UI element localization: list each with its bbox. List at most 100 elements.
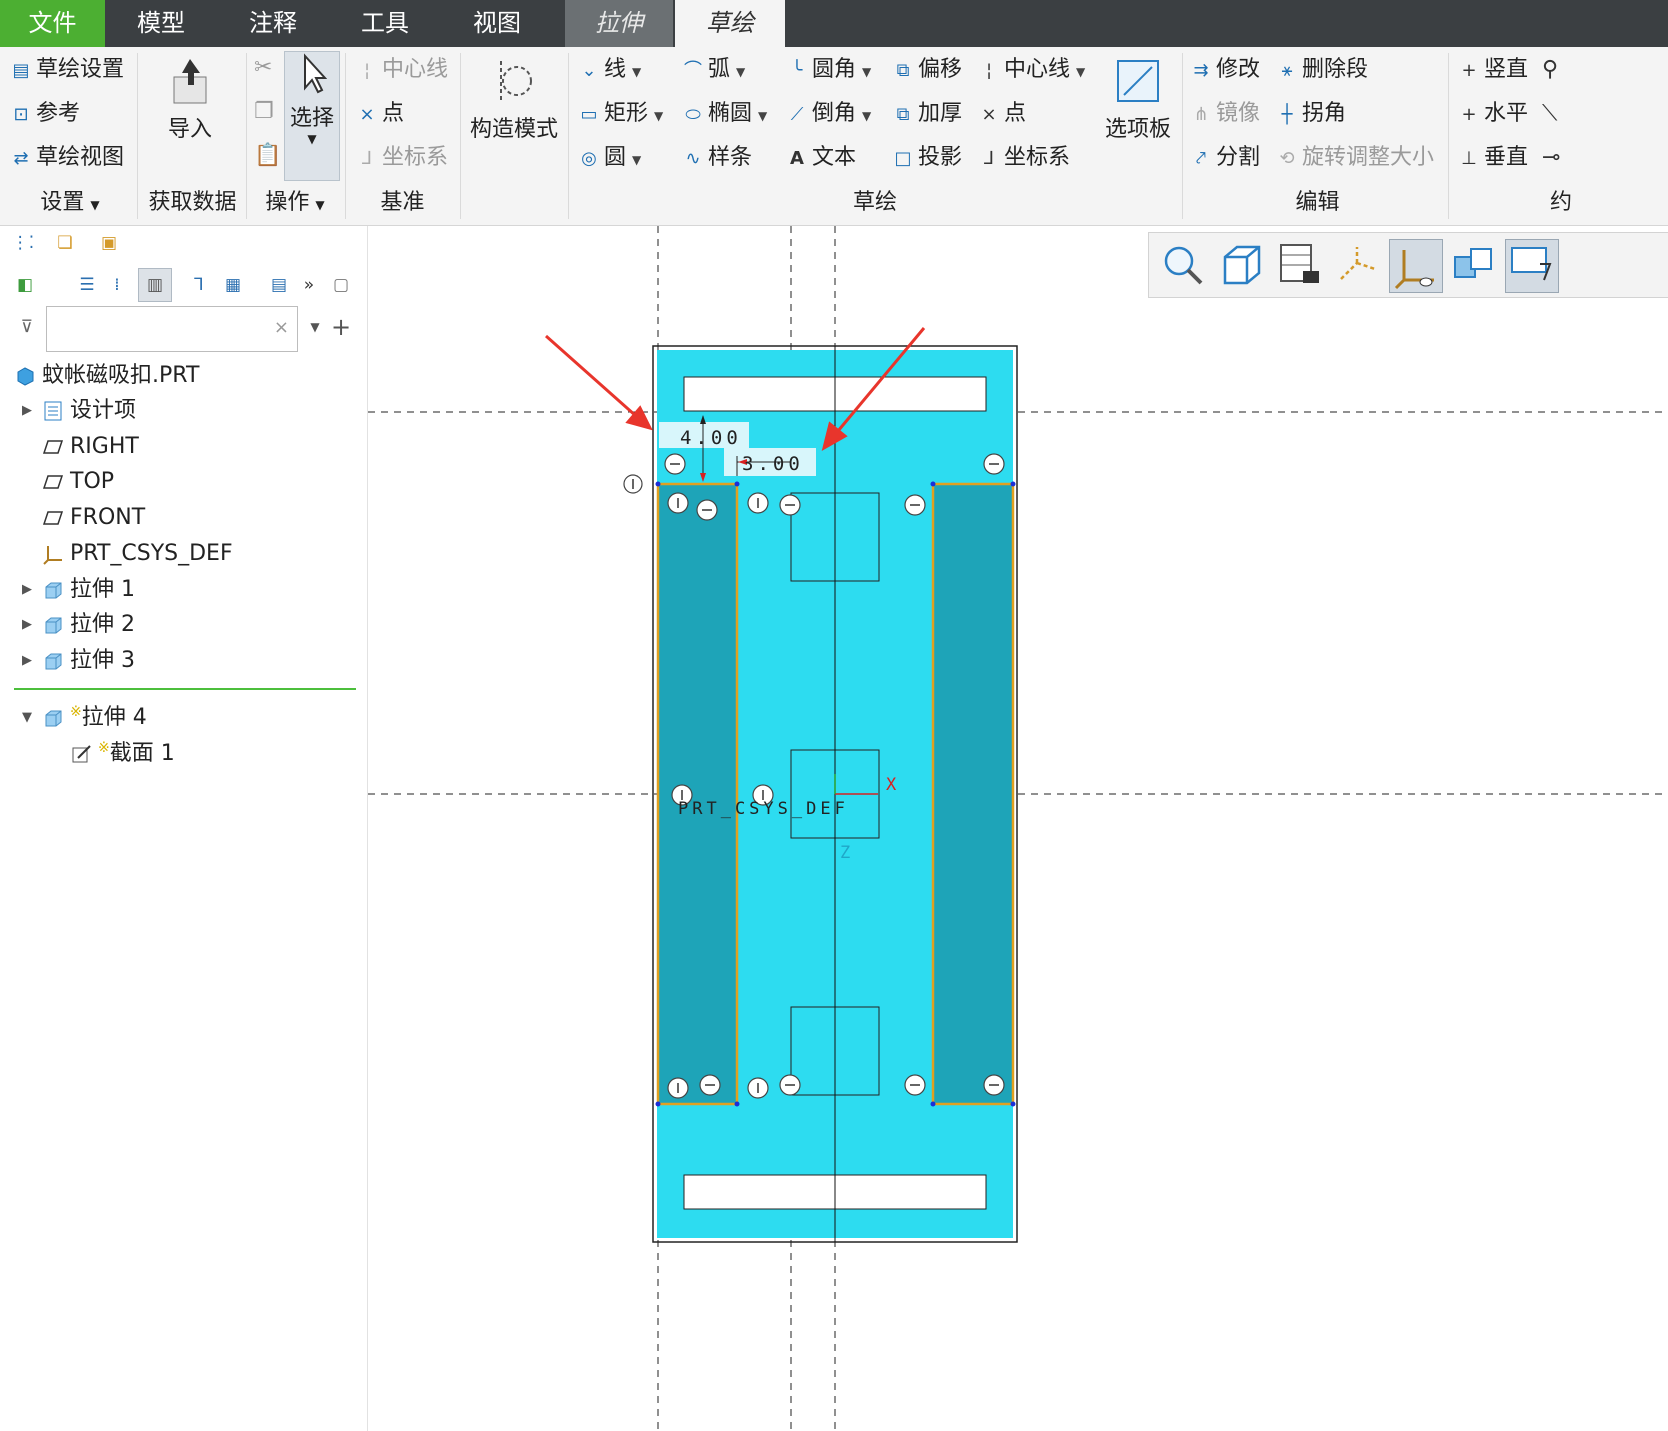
- tab-file[interactable]: 文件: [0, 0, 105, 47]
- tree-item[interactable]: FRONT: [0, 501, 360, 535]
- corner-button[interactable]: ┼ 拐角: [1276, 99, 1346, 129]
- tab-tools[interactable]: 工具: [329, 0, 441, 47]
- tab-model[interactable]: 模型: [105, 0, 217, 47]
- vertex[interactable]: [930, 481, 936, 487]
- vertex[interactable]: [734, 481, 740, 487]
- model-tree-tab-icon[interactable]: ⋮⁚: [10, 230, 36, 256]
- expand-arrow-icon[interactable]: ▶: [22, 644, 36, 678]
- line-button[interactable]: ⌄ 线 ▼: [578, 55, 641, 85]
- group-operations[interactable]: 操作 ▼: [250, 185, 340, 221]
- tree-item[interactable]: TOP: [0, 465, 360, 499]
- sketch-setup-button[interactable]: ▤ 草绘设置: [10, 55, 124, 85]
- delete-segment-button[interactable]: ⚹ 删除段: [1276, 55, 1368, 85]
- tree-item[interactable]: ▼ ※拉伸 4: [0, 701, 360, 735]
- left-region[interactable]: [656, 482, 739, 1106]
- clear-icon[interactable]: ×: [274, 317, 289, 338]
- import-button[interactable]: 导入: [150, 55, 230, 143]
- chamfer-button[interactable]: ⟋ 倒角 ▼: [786, 99, 872, 129]
- mirror-button[interactable]: ⋔ 镜像: [1190, 99, 1260, 129]
- tab-extrude[interactable]: 拉伸: [565, 0, 673, 47]
- datum-display-icon[interactable]: [1331, 239, 1383, 291]
- coincident-icon[interactable]: ⊸: [1542, 143, 1560, 173]
- insert-indicator[interactable]: [14, 688, 356, 690]
- chevron-down-icon[interactable]: ▼: [302, 314, 328, 340]
- rotate-resize-button[interactable]: ⟲ 旋转调整大小: [1276, 143, 1434, 173]
- repaint-icon[interactable]: [1447, 239, 1499, 291]
- datum-centerline-button[interactable]: ¦ 中心线: [356, 55, 448, 85]
- tree-filter-icon[interactable]: ⅂: [186, 272, 212, 298]
- saved-views-icon[interactable]: [1215, 239, 1267, 291]
- palette-button[interactable]: 选项板: [1100, 55, 1176, 143]
- cut-icon[interactable]: ✂: [254, 53, 272, 83]
- expand-arrow-icon[interactable]: ▶: [22, 608, 36, 642]
- tab-annotate[interactable]: 注释: [217, 0, 329, 47]
- vertex[interactable]: [1010, 481, 1016, 487]
- add-icon[interactable]: +: [328, 314, 354, 340]
- tree-item[interactable]: PRT_CSYS_DEF: [0, 537, 360, 571]
- collapse-arrow-icon[interactable]: ▼: [22, 701, 36, 735]
- sketch-orientation-icon[interactable]: [1389, 239, 1443, 293]
- datum-csys-button[interactable]: ⅃ 坐标系: [356, 143, 448, 173]
- more-icon[interactable]: »: [296, 272, 322, 298]
- midpoint-icon[interactable]: ⟍: [1542, 99, 1557, 129]
- tree-list-icon[interactable]: ☰: [74, 272, 100, 298]
- tree-item[interactable]: ▶ 设计项: [0, 394, 360, 428]
- ellipse-button[interactable]: ⬭ 椭圆 ▼: [682, 99, 767, 129]
- right-region[interactable]: [931, 482, 1015, 1106]
- tree-columns-icon[interactable]: ⁞: [104, 272, 130, 298]
- layers-tab-icon[interactable]: ❏: [52, 230, 78, 256]
- sketch-point-button[interactable]: × 点: [978, 99, 1026, 129]
- arc-button[interactable]: ⌒ 弧 ▼: [682, 55, 745, 85]
- circle-button[interactable]: ◎ 圆 ▼: [578, 143, 641, 173]
- tree-item[interactable]: ※截面 1: [0, 737, 360, 771]
- tab-view[interactable]: 视图: [441, 0, 553, 47]
- tree-details-icon[interactable]: ▤: [266, 272, 292, 298]
- tangent-icon[interactable]: ⚲: [1542, 55, 1558, 85]
- project-button[interactable]: □ 投影: [892, 143, 962, 173]
- expand-arrow-icon[interactable]: ▶: [22, 394, 36, 428]
- tree-item[interactable]: ▶ 拉伸 1: [0, 573, 360, 607]
- offset-button[interactable]: ⧉ 偏移: [892, 55, 962, 85]
- vertex[interactable]: [655, 1101, 661, 1107]
- sketch-view-icon[interactable]: [1505, 239, 1559, 293]
- vertex[interactable]: [1010, 1101, 1016, 1107]
- folder-tab-icon[interactable]: ▣: [96, 230, 122, 256]
- graphics-window[interactable]: 4.00 3.00 PRT_CSYS_DEF X Z: [368, 226, 1668, 1431]
- sketch-canvas[interactable]: 4.00 3.00 PRT_CSYS_DEF X Z: [368, 226, 1668, 1431]
- display-style-icon[interactable]: [1273, 239, 1325, 291]
- show-icon[interactable]: ◧: [12, 272, 38, 298]
- spline-button[interactable]: ∿ 样条: [682, 143, 752, 173]
- tree-item[interactable]: 蚊帐磁吸扣.PRT: [0, 359, 360, 393]
- divide-button[interactable]: ⤤ 分割: [1190, 143, 1260, 173]
- sketch-view-button[interactable]: ⇄ 草绘视图: [10, 143, 124, 173]
- tab-sketch[interactable]: 草绘: [675, 0, 785, 47]
- perpendicular-constraint-button[interactable]: ⊥ 垂直: [1458, 143, 1528, 173]
- rectangle-button[interactable]: ▭ 矩形 ▼: [578, 99, 663, 129]
- thicken-button[interactable]: ⧉ 加厚: [892, 99, 962, 129]
- sketch-csys-button[interactable]: ⅃ 坐标系: [978, 143, 1070, 173]
- references-button[interactable]: ⊡ 参考: [10, 99, 80, 129]
- vertex[interactable]: [734, 1101, 740, 1107]
- copy-icon[interactable]: ❐: [254, 97, 274, 127]
- vertical-constraint-button[interactable]: + 竖直: [1458, 55, 1528, 85]
- text-button[interactable]: A 文本: [786, 143, 856, 173]
- vertex[interactable]: [655, 481, 661, 487]
- dimension-horizontal-label[interactable]: 3.00: [742, 453, 804, 475]
- expand-arrow-icon[interactable]: ▶: [22, 573, 36, 607]
- group-setup[interactable]: 设置 ▼: [20, 185, 120, 221]
- tree-item[interactable]: ▶ 拉伸 2: [0, 608, 360, 642]
- datum-point-button[interactable]: × 点: [356, 99, 404, 129]
- tree-item[interactable]: RIGHT: [0, 430, 360, 464]
- horizontal-constraint-button[interactable]: + 水平: [1458, 99, 1528, 129]
- select-button[interactable]: 选择 ▼: [284, 51, 340, 181]
- paste-icon[interactable]: 📋: [254, 141, 281, 171]
- zoom-icon[interactable]: [1157, 239, 1209, 291]
- tree-table-icon[interactable]: ▦: [220, 272, 246, 298]
- dimension-vertical-label[interactable]: 4.00: [680, 427, 742, 449]
- modify-button[interactable]: ⇉ 修改: [1190, 55, 1260, 85]
- search-input[interactable]: ×: [46, 306, 298, 352]
- fillet-button[interactable]: ╰ 圆角 ▼: [786, 55, 872, 85]
- vertex[interactable]: [930, 1101, 936, 1107]
- tree-settings-icon[interactable]: ▥: [138, 268, 172, 302]
- construction-mode-button[interactable]: 构造模式: [466, 55, 562, 143]
